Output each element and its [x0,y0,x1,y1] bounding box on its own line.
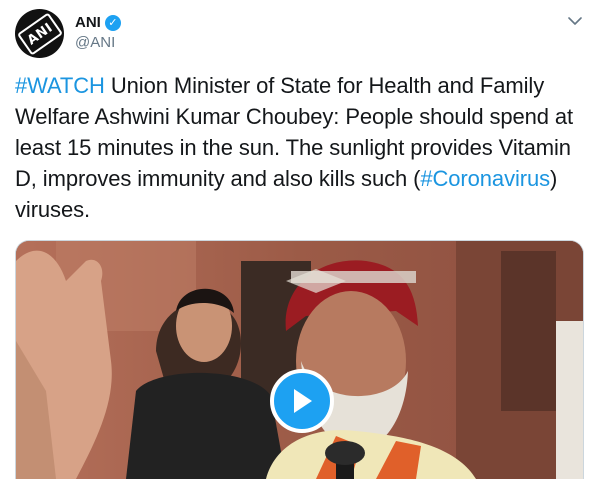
tweet-card: ANI ANI ✓ @ANI #WATCH Union Minister of … [0,0,599,479]
video-player[interactable] [15,240,584,479]
tweet-text: #WATCH Union Minister of State for Healt… [15,70,587,225]
ani-logo: ANI [16,11,63,56]
play-button[interactable] [270,369,334,433]
avatar[interactable]: ANI [15,9,64,58]
hashtag-watch-link[interactable]: #WATCH [15,73,105,98]
author-display-name[interactable]: ANI [75,14,101,31]
play-icon [294,389,312,413]
author-name-row: ANI ✓ [75,14,121,31]
video-thumbnail [16,241,583,479]
verified-badge-icon: ✓ [104,14,121,31]
hashtag-coronavirus-link[interactable]: #Coronavirus [420,166,550,191]
author-handle[interactable]: @ANI [75,34,115,51]
chevron-down-icon[interactable] [566,12,584,30]
